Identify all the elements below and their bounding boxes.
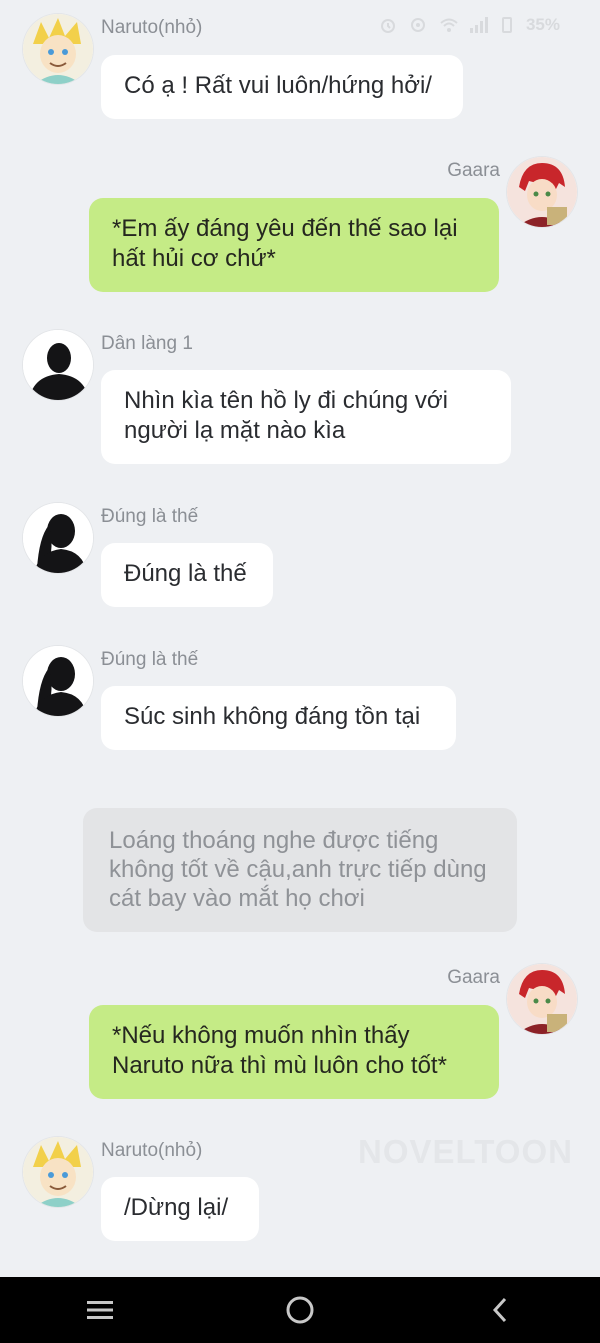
avatar-gaara[interactable]: [507, 157, 577, 227]
home-button[interactable]: [270, 1280, 330, 1340]
signal-icon: [469, 17, 488, 33]
navigation-bar: [0, 1277, 600, 1343]
message-bubble[interactable]: Súc sinh không đáng tồn tại: [101, 686, 456, 750]
alarm-icon: [380, 17, 396, 33]
message-bubble[interactable]: *Em ấy đáng yêu đến thế sao lại hất hủi …: [89, 198, 499, 292]
hotspot-icon: [410, 17, 426, 33]
sender-name: Naruto(nhỏ): [101, 1140, 203, 1161]
battery-icon: [501, 17, 512, 33]
message-bubble[interactable]: Có ạ ! Rất vui luôn/hứng hởi/: [101, 55, 463, 119]
watermark: NOVELTOON: [358, 1133, 573, 1170]
back-chevron-icon: [492, 1297, 507, 1323]
message-bubble[interactable]: Nhìn kìa tên hồ ly đi chúng với người lạ…: [101, 370, 511, 464]
back-button[interactable]: [470, 1280, 530, 1340]
message-bubble[interactable]: /Dừng lại/: [101, 1177, 259, 1241]
message-bubble[interactable]: Đúng là thế: [101, 543, 273, 607]
avatar-villager-woman[interactable]: [23, 646, 93, 716]
sender-name: Đúng là thế: [101, 649, 199, 670]
sender-name: Dân làng 1: [101, 333, 193, 354]
battery-percent: 35%: [525, 15, 560, 34]
wifi-icon: [440, 17, 458, 33]
home-circle-icon: [286, 1296, 314, 1324]
sender-name: Đúng là thế: [101, 506, 199, 527]
message-bubble[interactable]: *Nếu không muốn nhìn thấy Naruto nữa thì…: [89, 1005, 499, 1099]
avatar-naruto[interactable]: [23, 14, 93, 84]
menu-icon: [87, 1301, 113, 1319]
recent-apps-button[interactable]: [70, 1280, 130, 1340]
avatar-gaara[interactable]: [507, 964, 577, 1034]
sender-name: Gaara: [447, 967, 500, 988]
sender-name: Naruto(nhỏ): [101, 17, 203, 38]
status-bar: 35%: [380, 12, 560, 38]
avatar-villager-woman[interactable]: [23, 503, 93, 573]
avatar-villager[interactable]: [23, 330, 93, 400]
sender-name: Gaara: [447, 160, 500, 181]
narration-bubble[interactable]: Loáng thoáng nghe được tiếng không tốt v…: [83, 808, 517, 932]
avatar-naruto[interactable]: [23, 1137, 93, 1207]
